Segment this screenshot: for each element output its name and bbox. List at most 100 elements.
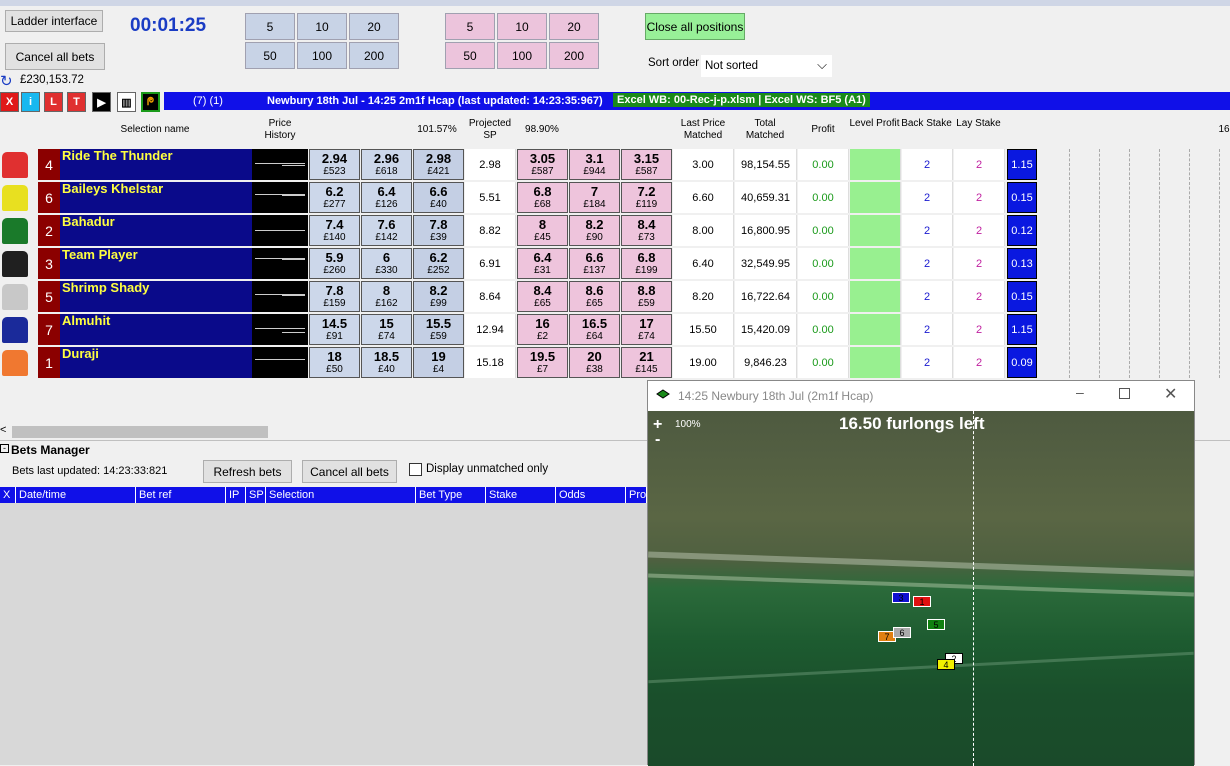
lay-stake-20[interactable]: 20 (549, 13, 599, 40)
back-price-cell[interactable]: 6.4 £126 (361, 182, 412, 213)
bets-col-sp[interactable]: SP (246, 487, 266, 503)
back-price-cell[interactable]: 6.2 £277 (309, 182, 360, 213)
back-price-cell[interactable]: 7.8 £159 (309, 281, 360, 312)
lay-price-cell[interactable]: 8.4 £73 (621, 215, 672, 246)
level-profit-cell[interactable] (850, 248, 901, 279)
lay-stake-value[interactable]: 2 (954, 215, 1005, 246)
lay-price-cell[interactable]: 7 £184 (569, 182, 620, 213)
refresh-icon[interactable]: ↻ (0, 72, 13, 90)
back-stake-value[interactable]: 2 (902, 248, 953, 279)
level-profit-cell[interactable] (850, 314, 901, 345)
ladder-interface-button[interactable]: Ladder interface (5, 10, 103, 32)
runner-row[interactable]: 7 Almuhit 14.5 £91 15 £74 15.5 £59 12.94 16 £2 16.5… (0, 313, 1230, 346)
back-price-cell[interactable]: 2.96 £618 (361, 149, 412, 180)
bets-col-odds[interactable]: Odds (556, 487, 626, 503)
back-price-cell[interactable]: 8.2 £99 (413, 281, 464, 312)
cancel-all-bets-lower-button[interactable]: Cancel all bets (302, 460, 397, 483)
lay-stake-value[interactable]: 2 (954, 248, 1005, 279)
bets-col-x[interactable]: X (0, 487, 16, 503)
back-price-cell[interactable]: 2.94 £523 (309, 149, 360, 180)
race-video-window[interactable]: 14:25 Newbury 18th Jul (2m1f Hcap) – ✕ +… (647, 380, 1195, 766)
bets-col-bet-type[interactable]: Bet Type (416, 487, 486, 503)
lay-price-cell[interactable]: 6.8 £199 (621, 248, 672, 279)
info-icon[interactable]: i (21, 92, 40, 112)
runner-row[interactable]: 1 Duraji 18 £50 18.5 £40 19 £4 15.18 19.5 £7 20 £38 2… (0, 346, 1230, 379)
runner-name[interactable]: Ride The Thunder (60, 149, 252, 180)
custom-column-value[interactable]: 0.13 (1007, 248, 1037, 279)
runner-row[interactable]: 5 Shrimp Shady 7.8 £159 8 £162 8.2 £99 8.64 8.4 £6… (0, 280, 1230, 313)
refresh-bets-button[interactable]: Refresh bets (203, 460, 292, 483)
back-stake-value[interactable]: 2 (902, 182, 953, 213)
price-history-graph[interactable] (252, 281, 308, 312)
lay-stake-5[interactable]: 5 (445, 13, 495, 40)
back-price-cell[interactable]: 6.6 £40 (413, 182, 464, 213)
back-price-cell[interactable]: 15.5 £59 (413, 314, 464, 345)
lay-price-cell[interactable]: 19.5 £7 (517, 347, 568, 378)
lay-price-cell[interactable]: 3.15 £587 (621, 149, 672, 180)
close-market-icon[interactable]: X (0, 92, 19, 112)
price-history-graph[interactable] (252, 314, 308, 345)
level-profit-cell[interactable] (850, 215, 901, 246)
custom-column-value[interactable]: 0.12 (1007, 215, 1037, 246)
level-profit-cell[interactable] (850, 182, 901, 213)
runner-row[interactable]: 6 Baileys Khelstar 6.2 £277 6.4 £126 6.6 £40 5.5… (0, 181, 1230, 214)
lay-price-cell[interactable]: 21 £145 (621, 347, 672, 378)
bets-col-bet-ref[interactable]: Bet ref (136, 487, 226, 503)
back-price-cell[interactable]: 2.98 £421 (413, 149, 464, 180)
lay-price-cell[interactable]: 8.4 £65 (517, 281, 568, 312)
ladder-l-icon[interactable]: L (44, 92, 63, 112)
bets-col-ip[interactable]: IP (226, 487, 246, 503)
back-stake-value[interactable]: 2 (902, 314, 953, 345)
chart-icon[interactable]: ▥ (117, 92, 136, 112)
price-history-graph[interactable] (252, 182, 308, 213)
back-stake-value[interactable]: 2 (902, 347, 953, 378)
back-stake-20[interactable]: 20 (349, 13, 399, 40)
lay-price-cell[interactable]: 6.8 £68 (517, 182, 568, 213)
price-history-graph[interactable] (252, 149, 308, 180)
bets-col-datetime[interactable]: Date/time (16, 487, 136, 503)
lay-price-cell[interactable]: 8.6 £65 (569, 281, 620, 312)
close-icon[interactable]: ✕ (1164, 384, 1177, 404)
back-stake-10[interactable]: 10 (297, 13, 347, 40)
settings-icon[interactable]: ᖘ (141, 92, 160, 112)
level-profit-cell[interactable] (850, 347, 901, 378)
back-price-cell[interactable]: 18 £50 (309, 347, 360, 378)
back-stake-value[interactable]: 2 (902, 281, 953, 312)
lay-stake-value[interactable]: 2 (954, 347, 1005, 378)
back-price-cell[interactable]: 15 £74 (361, 314, 412, 345)
close-all-positions-button[interactable]: Close all positions (645, 13, 745, 40)
play-video-icon[interactable]: ▶ (92, 92, 111, 112)
custom-column-value[interactable]: 0.09 (1007, 347, 1037, 378)
back-price-cell[interactable]: 7.6 £142 (361, 215, 412, 246)
zoom-out-icon[interactable]: - (655, 431, 660, 449)
scroll-thumb[interactable] (12, 426, 268, 438)
back-price-cell[interactable]: 18.5 £40 (361, 347, 412, 378)
lay-price-cell[interactable]: 17 £74 (621, 314, 672, 345)
price-history-graph[interactable] (252, 215, 308, 246)
lay-price-cell[interactable]: 7.2 £119 (621, 182, 672, 213)
back-stake-5[interactable]: 5 (245, 13, 295, 40)
lay-price-cell[interactable]: 6.6 £137 (569, 248, 620, 279)
horizontal-scrollbar[interactable]: < (0, 424, 647, 440)
back-price-cell[interactable]: 8 £162 (361, 281, 412, 312)
runner-name[interactable]: Duraji (60, 347, 252, 378)
back-price-cell[interactable]: 14.5 £91 (309, 314, 360, 345)
lay-stake-100[interactable]: 100 (497, 42, 547, 69)
back-stake-100[interactable]: 100 (297, 42, 347, 69)
trade-t-icon[interactable]: T (67, 92, 86, 112)
bets-col-profit[interactable]: Pro (626, 487, 647, 503)
back-price-cell[interactable]: 19 £4 (413, 347, 464, 378)
sort-order-select[interactable]: Not sorted ⌵ (701, 55, 832, 77)
back-price-cell[interactable]: 6.2 £252 (413, 248, 464, 279)
runner-row[interactable]: 4 Ride The Thunder 2.94 £523 2.96 £618 2.98 £42… (0, 148, 1230, 181)
runner-row[interactable]: 2 Bahadur 7.4 £140 7.6 £142 7.8 £39 8.82 8 £45 8.2 £… (0, 214, 1230, 247)
back-stake-200[interactable]: 200 (349, 42, 399, 69)
lay-price-cell[interactable]: 8.8 £59 (621, 281, 672, 312)
lay-price-cell[interactable]: 8 £45 (517, 215, 568, 246)
runner-name[interactable]: Almuhit (60, 314, 252, 345)
minimize-icon[interactable]: – (1076, 384, 1084, 400)
back-price-cell[interactable]: 5.9 £260 (309, 248, 360, 279)
cancel-all-bets-button[interactable]: Cancel all bets (5, 43, 105, 70)
lay-stake-value[interactable]: 2 (954, 281, 1005, 312)
back-stake-50[interactable]: 50 (245, 42, 295, 69)
